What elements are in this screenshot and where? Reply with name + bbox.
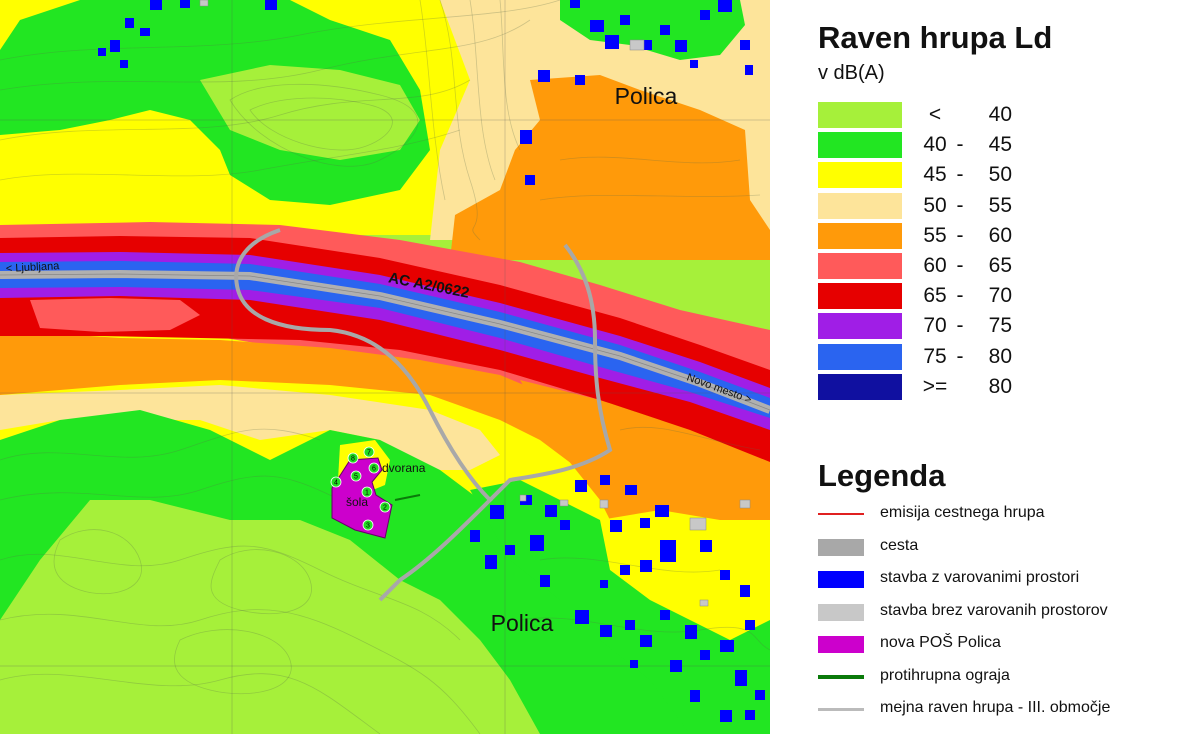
- school-marker-8: 8: [351, 456, 355, 463]
- noise-class-dash: -: [956, 193, 964, 217]
- legend-item-label: protihrupna ograja: [880, 666, 1010, 684]
- noise-class-high: 40: [988, 103, 1012, 126]
- zone-60-65-island: [30, 298, 200, 332]
- legend-item-label: nova POŠ Polica: [880, 634, 1001, 651]
- school-marker-4: 4: [334, 480, 338, 487]
- place-label-polica-north: Polica: [615, 83, 678, 109]
- noise-class-high: 70: [988, 284, 1012, 308]
- noise-class-swatch: [818, 283, 902, 310]
- noise-class-dash: -: [956, 223, 964, 247]
- magenta-box-symbol-icon: [818, 636, 864, 653]
- building-label-dvorana: dvorana: [382, 461, 426, 475]
- noise-class-swatch: [818, 222, 902, 249]
- noise-class-high: 60: [988, 223, 1012, 247]
- noise-class-high: 55: [988, 193, 1012, 217]
- noise-class-dash: -: [956, 284, 964, 308]
- green-line-symbol-icon: [818, 674, 864, 679]
- building-label-sola: šola: [346, 495, 368, 509]
- school-marker-3: 3: [366, 523, 370, 530]
- legend-item-label: cesta: [880, 536, 919, 554]
- school-marker-5: 5: [354, 474, 358, 481]
- noise-class-dash: -: [956, 133, 964, 157]
- noise-class-swatch: [818, 192, 902, 219]
- lightgray-box-symbol-icon: [818, 603, 864, 621]
- place-label-polica-south: Polica: [491, 610, 554, 636]
- symbol-legend-title: Legenda: [818, 458, 946, 493]
- gray-box-symbol-icon: [818, 538, 864, 556]
- noise-class-swatch: [818, 102, 902, 128]
- noise-class-swatch: [818, 132, 902, 159]
- noise-class-dash: -: [956, 344, 964, 368]
- noise-legend-unit: v dB(A): [818, 62, 885, 84]
- legend-panel: Raven hrupa Ld v dB(A) <40 40-45 45-50 50-5…: [770, 0, 1200, 734]
- school-marker-7: 7: [367, 450, 371, 457]
- noise-map: 8 7 6 5 4 1 2 3 Polica Polica AC A2/0622…: [0, 0, 770, 734]
- noise-class-swatch: [818, 253, 902, 279]
- noise-class-high: 45: [988, 133, 1012, 157]
- noise-class-swatch: [818, 313, 902, 340]
- noise-class-swatch: [818, 162, 902, 189]
- noise-class-high: 75: [988, 314, 1012, 338]
- gray-line-symbol-icon: [818, 708, 864, 711]
- legend-item-label: emisija cestnega hrupa: [880, 504, 1045, 521]
- red-line-symbol-icon: [818, 513, 864, 515]
- school-marker-6: 6: [372, 466, 376, 473]
- noise-class-high: 80: [988, 374, 1012, 398]
- blue-box-symbol-icon: [818, 571, 864, 588]
- noise-class-dash: -: [956, 314, 964, 338]
- school-marker-2: 2: [383, 505, 387, 512]
- noise-class-dash: -: [956, 163, 964, 187]
- legend-item-label: stavba z varovanimi prostori: [880, 569, 1080, 586]
- legend-item-label: mejna raven hrupa - III. območje: [880, 699, 1111, 716]
- noise-class-swatch: [818, 373, 902, 400]
- legend-item-label: stavba brez varovanih prostorov: [880, 601, 1108, 619]
- noise-class-low: <: [928, 103, 942, 126]
- noise-class-swatch: [818, 343, 902, 370]
- noise-class-dash: -: [956, 254, 964, 277]
- noise-class-high: 50: [988, 163, 1012, 187]
- noise-class-high: 80: [988, 344, 1012, 368]
- noise-class-high: 65: [988, 254, 1012, 277]
- noise-class-low: >=: [922, 374, 948, 398]
- noise-legend-title: Raven hrupa Ld: [818, 20, 1053, 55]
